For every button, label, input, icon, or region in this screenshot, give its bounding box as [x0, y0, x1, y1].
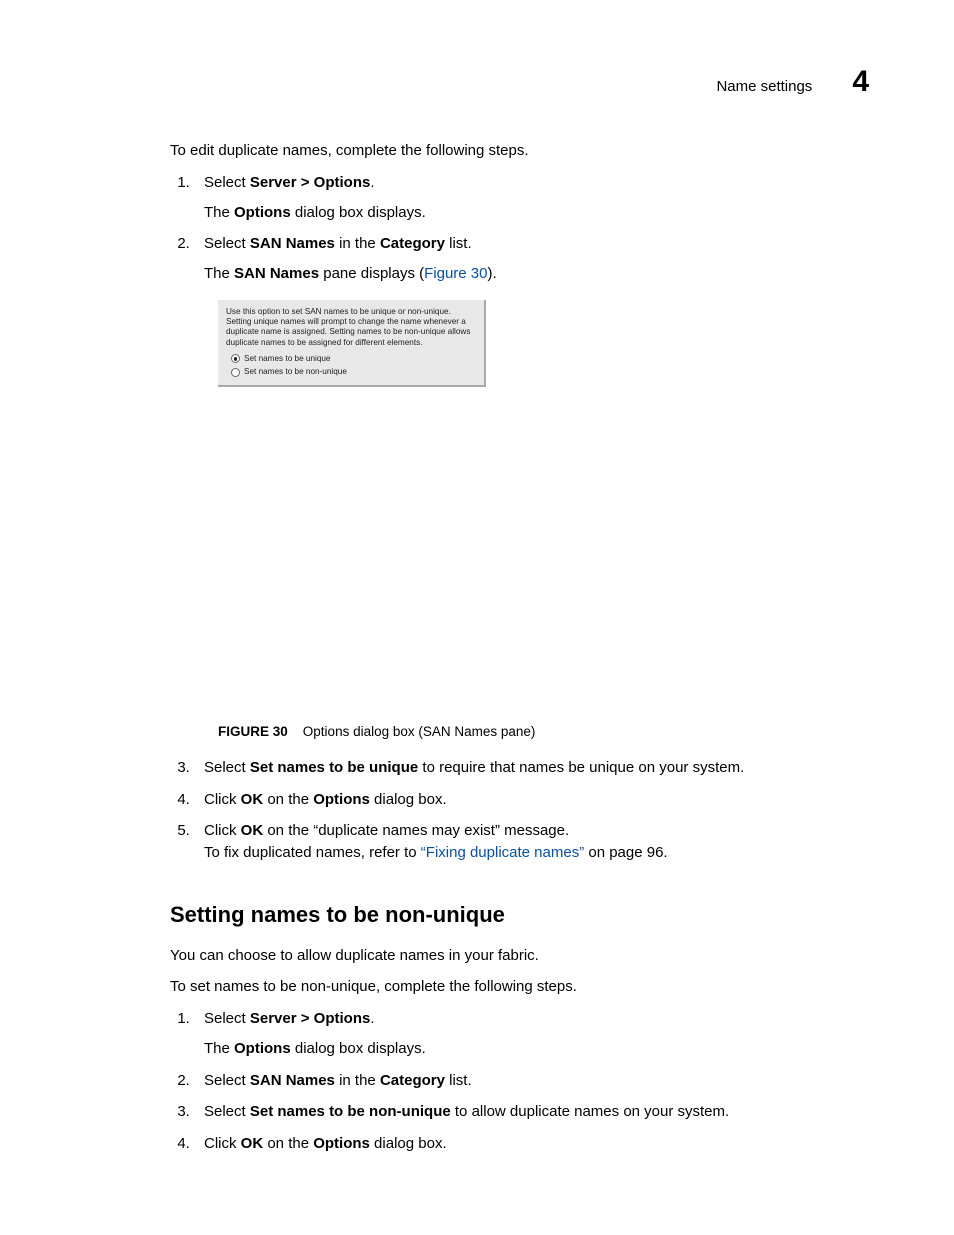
step-b2: Select SAN Names in the Category list. [194, 1070, 864, 1092]
content: To edit duplicate names, complete the fo… [170, 140, 864, 1155]
steps-a-1to2: Select Server > Options. The Options dia… [170, 172, 864, 285]
chapter-number: 4 [852, 60, 869, 104]
radio-unique[interactable]: Set names to be unique [231, 354, 476, 364]
step-b1-sub: The Options dialog box displays. [204, 1038, 864, 1060]
header-title: Name settings [716, 76, 812, 98]
fixing-duplicate-link[interactable]: “Fixing duplicate names” [421, 844, 584, 861]
step-a5-sub: To fix duplicated names, refer to “Fixin… [204, 842, 864, 864]
figure-30-link[interactable]: Figure 30 [424, 265, 487, 282]
section-b-p1: You can choose to allow duplicate names … [170, 945, 864, 967]
steps-b: Select Server > Options. The Options dia… [170, 1008, 864, 1155]
radio-non-unique[interactable]: Set names to be non-unique [231, 367, 476, 377]
figure-whitespace [170, 402, 864, 712]
dialog-description: Use this option to set SAN names to be u… [226, 307, 476, 348]
step-a2: Select SAN Names in the Category list. T… [194, 233, 864, 285]
intro-a: To edit duplicate names, complete the fo… [170, 140, 864, 162]
step-a4: Click OK on the Options dialog box. [194, 789, 864, 811]
step-a1-sub: The Options dialog box displays. [204, 202, 864, 224]
step-a2-sub: The SAN Names pane displays (Figure 30). [204, 263, 864, 285]
step-b1: Select Server > Options. The Options dia… [194, 1008, 864, 1060]
radio-unselected-icon [231, 368, 240, 377]
step-b4: Click OK on the Options dialog box. [194, 1133, 864, 1155]
step-a5: Click OK on the “duplicate names may exi… [194, 820, 864, 864]
figure-caption: FIGURE 30 Options dialog box (SAN Names … [218, 722, 864, 742]
steps-a-3to5: Select Set names to be unique to require… [170, 757, 864, 864]
dialog-figure: Use this option to set SAN names to be u… [218, 300, 864, 388]
step-a3: Select Set names to be unique to require… [194, 757, 864, 779]
step-b3: Select Set names to be non-unique to all… [194, 1101, 864, 1123]
san-names-dialog: Use this option to set SAN names to be u… [218, 300, 486, 388]
page: Name settings 4 To edit duplicate names,… [0, 0, 954, 1235]
step-a1: Select Server > Options. The Options dia… [194, 172, 864, 224]
radio-selected-icon [231, 354, 240, 363]
page-header: Name settings 4 [716, 60, 869, 104]
section-b-heading: Setting names to be non-unique [170, 899, 864, 931]
section-b-p2: To set names to be non-unique, complete … [170, 976, 864, 998]
